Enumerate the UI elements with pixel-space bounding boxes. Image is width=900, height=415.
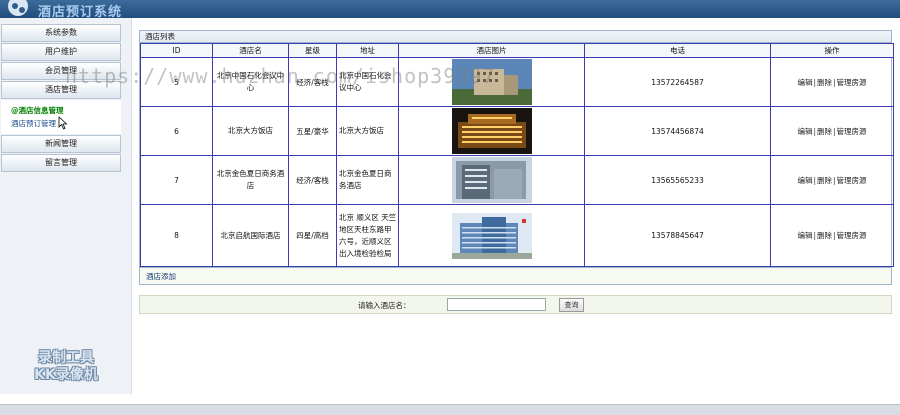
- col-header-id: ID: [140, 43, 213, 58]
- hotel-photo: [451, 108, 532, 154]
- hotel-photo: [451, 59, 532, 105]
- cell-ops: 编辑|删除|管理房源: [770, 57, 894, 107]
- manage-rooms-link[interactable]: 管理房源: [837, 78, 867, 87]
- cell-phone: 13565565233: [584, 155, 771, 205]
- cell-star: 四星/高档: [288, 204, 337, 267]
- cell-image: [398, 155, 585, 205]
- cell-id: 7: [140, 155, 213, 205]
- cell-id: 8: [140, 204, 213, 267]
- recorder-watermark-line2: KK录像机: [34, 367, 98, 383]
- add-hotel-row: 酒店添加: [139, 268, 892, 285]
- cell-name: 北京金色夏日商务酒店: [212, 155, 289, 205]
- edit-link[interactable]: 编辑: [797, 231, 812, 240]
- cell-image: [398, 57, 585, 107]
- table-row: 8 北京启航国际酒店 四星/高档 北京 顺义区 天竺地区天柱东路甲六号，近顺义区…: [140, 204, 894, 267]
- main-content: 酒店列表 ID 酒店名 星级 地址 酒店图片 电话 操作 5 北京中国石化会议中…: [139, 30, 894, 314]
- cell-address: 北京大方饭店: [336, 106, 399, 156]
- sidebar-item-system-params[interactable]: 系统参数: [1, 24, 121, 42]
- sidebar-item-news-management[interactable]: 新闻管理: [1, 135, 121, 153]
- cell-ops: 编辑|删除|管理房源: [770, 106, 894, 156]
- col-header-star: 星级: [288, 43, 337, 58]
- app-logo-icon: [8, 0, 28, 16]
- edit-link[interactable]: 编辑: [797, 78, 812, 87]
- cell-phone: 13572264587: [584, 57, 771, 107]
- search-bar: 请输入酒店名： 查询: [139, 295, 892, 314]
- bottom-status-strip: [0, 404, 900, 415]
- col-header-name: 酒店名: [212, 43, 289, 58]
- cell-address: 北京 顺义区 天竺地区天柱东路甲六号，近顺义区出入境检验检局: [336, 204, 399, 267]
- cell-address: 北京金色夏日商务酒店: [336, 155, 399, 205]
- hotel-photo: [451, 212, 532, 259]
- hotel-name-search-input[interactable]: [447, 298, 546, 311]
- manage-rooms-link[interactable]: 管理房源: [837, 231, 867, 240]
- table-row: 7 北京金色夏日商务酒店 经济/客栈 北京金色夏日商务酒店 1356556523…: [140, 155, 894, 205]
- hotel-table: ID 酒店名 星级 地址 酒店图片 电话 操作 5 北京中国石化会议中心 经济/…: [140, 43, 894, 267]
- search-label: 请输入酒店名：: [358, 301, 411, 310]
- sidebar-item-message-management[interactable]: 留言管理: [1, 154, 121, 172]
- add-hotel-link[interactable]: 酒店添加: [146, 272, 176, 281]
- col-header-image: 酒店图片: [398, 43, 585, 58]
- cell-phone: 13574456874: [584, 106, 771, 156]
- panel-title: 酒店列表: [140, 31, 891, 43]
- manage-rooms-link[interactable]: 管理房源: [837, 127, 867, 136]
- edit-link[interactable]: 编辑: [797, 127, 812, 136]
- sidebar-item-hotel-management[interactable]: 酒店管理: [1, 81, 121, 99]
- cell-name: 北京中国石化会议中心: [212, 57, 289, 107]
- col-header-ops: 操作: [770, 43, 894, 58]
- hotel-list-panel: 酒店列表 ID 酒店名 星级 地址 酒店图片 电话 操作 5 北京中国石化会议中…: [139, 30, 894, 268]
- delete-link[interactable]: 删除: [817, 127, 832, 136]
- sidebar-item-member-management[interactable]: 会员管理: [1, 62, 121, 80]
- cell-star: 经济/客栈: [288, 57, 337, 107]
- table-header-row: ID 酒店名 星级 地址 酒店图片 电话 操作: [140, 43, 894, 58]
- cell-name: 北京大方饭店: [212, 106, 289, 156]
- cell-star: 经济/客栈: [288, 155, 337, 205]
- sidebar-item-user-maintenance[interactable]: 用户维护: [1, 43, 121, 61]
- mouse-cursor-icon: [58, 116, 68, 130]
- hotel-photo: [451, 157, 532, 203]
- cell-ops: 编辑|删除|管理房源: [770, 204, 894, 267]
- cell-star: 五星/豪华: [288, 106, 337, 156]
- col-header-address: 地址: [336, 43, 399, 58]
- col-header-phone: 电话: [584, 43, 771, 58]
- delete-link[interactable]: 删除: [817, 231, 832, 240]
- cell-address: 北京中国石化会议中心: [336, 57, 399, 107]
- cell-ops: 编辑|删除|管理房源: [770, 155, 894, 205]
- delete-link[interactable]: 删除: [817, 176, 832, 185]
- top-header-bar: 酒店预订系统: [0, 0, 900, 20]
- cell-name: 北京启航国际酒店: [212, 204, 289, 267]
- recorder-watermark-line1: 录制工具: [38, 350, 94, 366]
- cell-image: [398, 106, 585, 156]
- search-button[interactable]: 查询: [559, 298, 584, 312]
- cell-image: [398, 204, 585, 267]
- recorder-watermark: 录制工具 KK录像机: [20, 350, 112, 384]
- sidebar-menu: 系统参数 用户维护 会员管理 酒店管理 @酒店信息管理 酒店预订管理 新闻管理 …: [1, 24, 121, 173]
- delete-link[interactable]: 删除: [817, 78, 832, 87]
- sidebar: 系统参数 用户维护 会员管理 酒店管理 @酒店信息管理 酒店预订管理 新闻管理 …: [0, 18, 132, 394]
- table-row: 6 北京大方饭店 五星/豪华 北京大方饭店 13574456874 编辑|删除|…: [140, 106, 894, 156]
- cell-phone: 13578845647: [584, 204, 771, 267]
- cell-id: 5: [140, 57, 213, 107]
- cell-id: 6: [140, 106, 213, 156]
- manage-rooms-link[interactable]: 管理房源: [837, 176, 867, 185]
- edit-link[interactable]: 编辑: [797, 176, 812, 185]
- table-row: 5 北京中国石化会议中心 经济/客栈 北京中国石化会议中心 1357226458…: [140, 57, 894, 107]
